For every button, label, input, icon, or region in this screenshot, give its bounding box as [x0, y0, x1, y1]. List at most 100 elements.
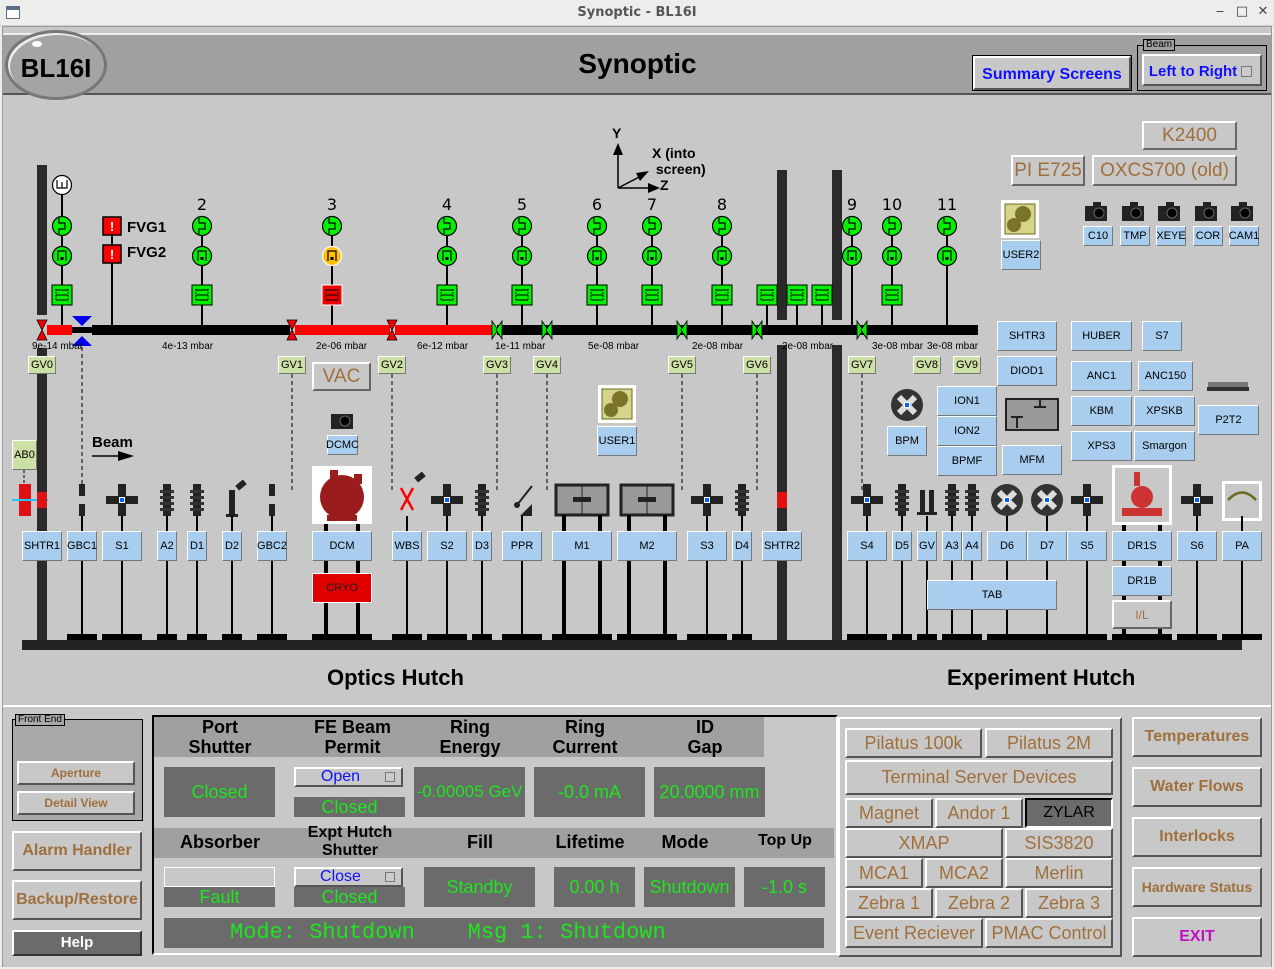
user2-button[interactable]: USER2	[1001, 240, 1041, 270]
camera-cam1-button[interactable]: CAM1	[1229, 226, 1259, 246]
interlocks-button[interactable]: Interlocks	[1132, 817, 1262, 857]
shutter2-icon	[777, 492, 787, 508]
kbm-button[interactable]: KBM	[1071, 396, 1132, 426]
device-a3-button[interactable]: A3	[942, 531, 962, 561]
device-dcm-button[interactable]: DCM	[312, 531, 372, 561]
alarm-handler-button[interactable]: Alarm Handler	[12, 831, 142, 871]
mca2-button[interactable]: MCA2	[925, 858, 1003, 888]
device-shtr2-button[interactable]: SHTR2	[762, 531, 802, 561]
shtr3-button[interactable]: SHTR3	[997, 321, 1057, 351]
mfm-button[interactable]: MFM	[1002, 445, 1062, 475]
xps3-button[interactable]: XPS3	[1071, 431, 1132, 461]
device-a4-button[interactable]: A4	[962, 531, 982, 561]
mca1-button[interactable]: MCA1	[845, 858, 923, 888]
device-gbc2-button[interactable]: GBC2	[257, 531, 287, 561]
gate-valve-button-gv7[interactable]: GV7	[848, 356, 876, 374]
device-d4-button[interactable]: D4	[732, 531, 752, 561]
device-s3-button[interactable]: S3	[687, 531, 727, 561]
camera-xeye-button[interactable]: XEYE	[1156, 226, 1186, 246]
gate-valve-button-gv0[interactable]: GV0	[28, 356, 56, 374]
help-button[interactable]: Help	[12, 930, 142, 956]
anc1-button[interactable]: ANC1	[1071, 361, 1132, 391]
device-d7-button[interactable]: D7	[1027, 531, 1067, 561]
fe-beam-permit-open-button[interactable]: Open	[294, 767, 403, 787]
device-s4-button[interactable]: S4	[847, 531, 887, 561]
device-m1-button[interactable]: M1	[552, 531, 612, 561]
s7-button[interactable]: S7	[1142, 321, 1182, 351]
camera-tmp-button[interactable]: TMP	[1120, 226, 1150, 246]
gate-valve-button-gv4[interactable]: GV4	[533, 356, 561, 374]
backup-restore-button[interactable]: Backup/Restore	[12, 880, 142, 920]
device-d3-button[interactable]: D3	[472, 531, 492, 561]
pilatus2m-button[interactable]: Pilatus 2M	[985, 728, 1113, 758]
device-dr1s-button[interactable]: DR1S	[1112, 531, 1172, 561]
aperture-button[interactable]: Aperture	[17, 761, 135, 785]
magnet-button[interactable]: Magnet	[845, 798, 933, 828]
detail-view-button[interactable]: Detail View	[17, 791, 135, 815]
ion1-button[interactable]: ION1	[937, 386, 997, 416]
zebra1-button[interactable]: Zebra 1	[845, 888, 933, 918]
sis3820-button[interactable]: SIS3820	[1005, 828, 1113, 858]
camera-c10-button[interactable]: C10	[1083, 226, 1113, 246]
dr1b-button[interactable]: DR1B	[1112, 566, 1172, 596]
smargon-button[interactable]: Smargon	[1134, 431, 1195, 461]
tab-button[interactable]: TAB	[927, 580, 1057, 610]
bpmf-button[interactable]: BPMF	[937, 446, 997, 476]
device-ppr-button[interactable]: PPR	[502, 531, 542, 561]
temperatures-button[interactable]: Temperatures	[1132, 717, 1262, 757]
gate-valve-button-gv3[interactable]: GV3	[483, 356, 511, 374]
huber-button[interactable]: HUBER	[1071, 321, 1132, 351]
dcmc-button[interactable]: DCMC	[326, 435, 359, 455]
diod1-button[interactable]: DIOD1	[997, 356, 1057, 386]
gate-valve-button-gv5[interactable]: GV5	[668, 356, 696, 374]
device-gbc1-button[interactable]: GBC1	[67, 531, 97, 561]
camera-cor-button[interactable]: COR	[1193, 226, 1223, 246]
device-s2-button[interactable]: S2	[427, 531, 467, 561]
device-d2-button[interactable]: D2	[222, 531, 242, 561]
device-a2-button[interactable]: A2	[157, 531, 177, 561]
merlin-button[interactable]: Merlin	[1005, 858, 1113, 888]
zylar-button[interactable]: ZYLAR	[1025, 798, 1113, 828]
device-d6-button[interactable]: D6	[987, 531, 1027, 561]
andor1-button[interactable]: Andor 1	[935, 798, 1023, 828]
pilatus100k-button[interactable]: Pilatus 100k	[845, 728, 982, 758]
exit-button[interactable]: EXIT	[1132, 917, 1262, 957]
hardware-status-button[interactable]: Hardware Status	[1132, 867, 1262, 907]
device-d1-button[interactable]: D1	[187, 531, 207, 561]
device-gv-button[interactable]: GV	[917, 531, 937, 561]
bpm-button[interactable]: BPM	[887, 426, 927, 456]
device-shtr1-button[interactable]: SHTR1	[22, 531, 62, 561]
anc150-button[interactable]: ANC150	[1138, 361, 1193, 391]
vac-button[interactable]: VAC	[312, 362, 371, 391]
gate-valve-button-gv2[interactable]: GV2	[378, 356, 406, 374]
pie725-button[interactable]: PI E725	[1011, 155, 1085, 186]
interlock-button[interactable]: I/L	[1112, 600, 1172, 629]
ion2-button[interactable]: ION2	[937, 416, 997, 446]
gate-valve-button-gv8[interactable]: GV8	[913, 356, 941, 374]
xpskb-button[interactable]: XPSKB	[1134, 396, 1195, 426]
device-pa-button[interactable]: PA	[1222, 531, 1262, 561]
k2400-button[interactable]: K2400	[1142, 121, 1237, 150]
terminal-button[interactable]: Terminal Server Devices	[845, 760, 1113, 795]
event-button[interactable]: Event Reciever	[845, 918, 983, 948]
water-flows-button[interactable]: Water Flows	[1132, 767, 1262, 807]
xmap-button[interactable]: XMAP	[845, 828, 1003, 858]
device-d5-button[interactable]: D5	[892, 531, 912, 561]
gate-valve-button-gv6[interactable]: GV6	[743, 356, 771, 374]
pmac-button[interactable]: PMAC Control	[985, 918, 1113, 948]
device-wbs-button[interactable]: WBS	[392, 531, 422, 561]
ab0-button[interactable]: AB0	[12, 440, 37, 470]
device-s5-button[interactable]: S5	[1067, 531, 1107, 561]
zebra3-button[interactable]: Zebra 3	[1025, 888, 1113, 918]
device-s1-button[interactable]: S1	[102, 531, 142, 561]
gate-valve-button-gv1[interactable]: GV1	[278, 356, 306, 374]
gate-valve-button-gv9[interactable]: GV9	[953, 356, 981, 374]
p2t2-button[interactable]: P2T2	[1198, 405, 1259, 435]
expt-shutter-close-button[interactable]: Close	[294, 867, 403, 887]
zebra2-button[interactable]: Zebra 2	[935, 888, 1023, 918]
oxcs700-button[interactable]: OXCS700 (old)	[1092, 155, 1237, 186]
cryo-button[interactable]: CRYO	[312, 573, 372, 603]
user1-button[interactable]: USER1	[597, 426, 637, 456]
device-m2-button[interactable]: M2	[617, 531, 677, 561]
device-s6-button[interactable]: S6	[1177, 531, 1217, 561]
